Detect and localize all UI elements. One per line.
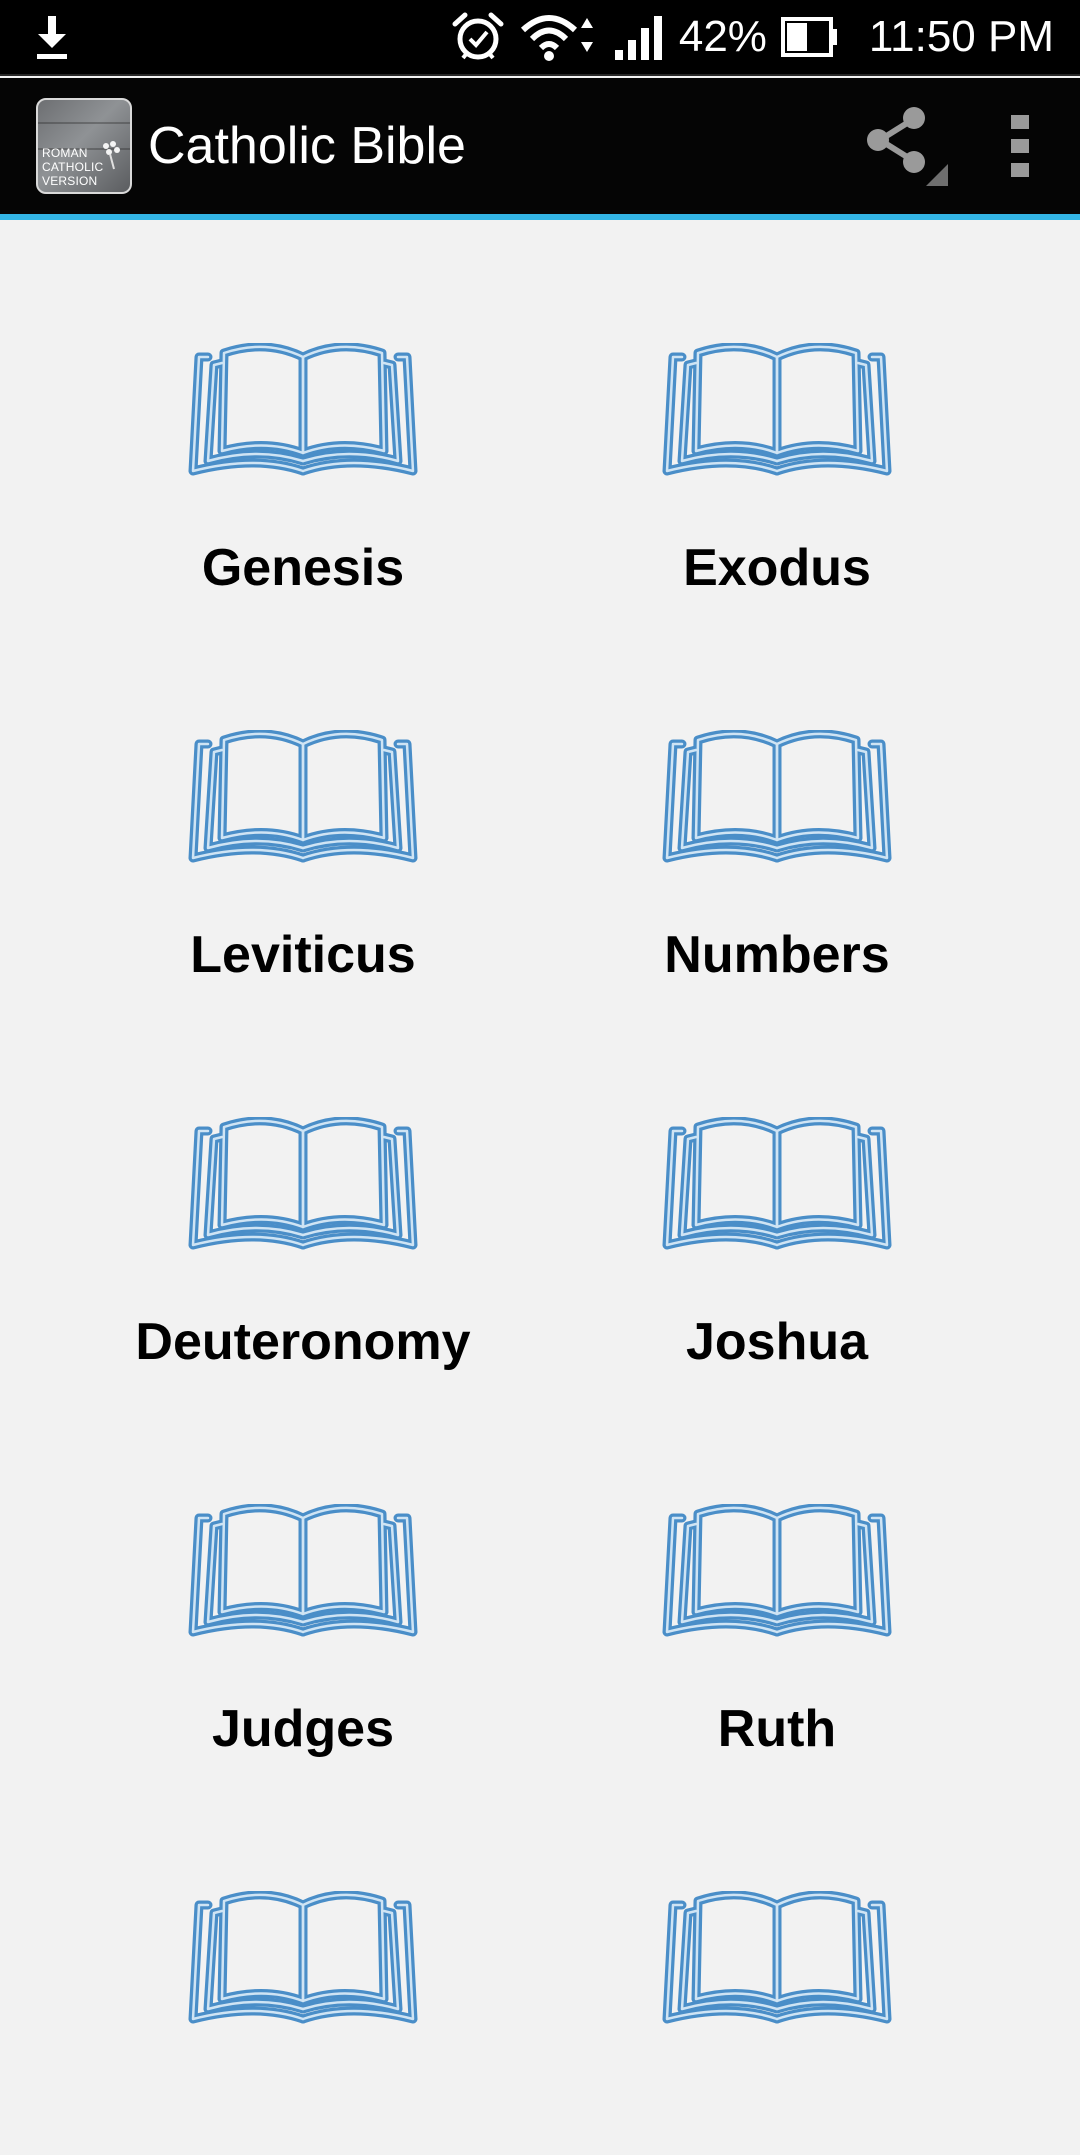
- book-item-judges[interactable]: Judges: [66, 1381, 540, 1768]
- book-label: Judges: [211, 1700, 395, 1758]
- overflow-menu-button[interactable]: [960, 78, 1080, 214]
- book-label: Deuteronomy: [135, 1313, 471, 1371]
- open-book-icon: [186, 343, 420, 492]
- alarm-icon: [451, 12, 505, 62]
- share-icon: [860, 104, 950, 188]
- share-button[interactable]: [850, 78, 960, 214]
- open-book-icon: [660, 1891, 894, 2040]
- battery-icon: [780, 17, 841, 57]
- book-label: Numbers: [664, 926, 890, 984]
- app-logo[interactable]: ROMAN CATHOLIC VERSION: [36, 98, 132, 194]
- app-title: Catholic Bible: [148, 117, 466, 175]
- action-bar: ROMAN CATHOLIC VERSION Catholic Bible: [0, 78, 1080, 214]
- wifi-icon: [519, 12, 599, 62]
- book-label: Ruth: [717, 1700, 837, 1758]
- signal-icon: [613, 14, 665, 60]
- open-book-icon: [660, 730, 894, 879]
- book-label: Leviticus: [190, 926, 416, 984]
- open-book-icon: [186, 730, 420, 879]
- book-item-partial[interactable]: [66, 1768, 540, 2155]
- open-book-icon: [186, 1504, 420, 1653]
- book-item-deuteronomy[interactable]: Deuteronomy: [66, 994, 540, 1381]
- download-icon: [34, 14, 70, 60]
- battery-percent: 42%: [678, 12, 767, 61]
- book-item-genesis[interactable]: Genesis: [66, 220, 540, 607]
- overflow-menu-icon: [1009, 113, 1031, 179]
- book-item-ruth[interactable]: Ruth: [540, 1381, 1014, 1768]
- open-book-icon: [186, 1117, 420, 1266]
- book-label: Exodus: [683, 539, 871, 597]
- book-item-exodus[interactable]: Exodus: [540, 220, 1014, 607]
- clock: 11:50 PM: [868, 12, 1054, 61]
- book-label: Joshua: [685, 1313, 869, 1371]
- status-bar: 42% 11:50 PM: [0, 0, 1080, 76]
- open-book-icon: [186, 1891, 420, 2040]
- open-book-icon: [660, 343, 894, 492]
- open-book-icon: [660, 1504, 894, 1653]
- book-item-joshua[interactable]: Joshua: [540, 994, 1014, 1381]
- book-item-leviticus[interactable]: Leviticus: [66, 607, 540, 994]
- app-logo-text: ROMAN CATHOLIC VERSION: [42, 146, 104, 188]
- open-book-icon: [660, 1117, 894, 1266]
- book-item-partial[interactable]: [540, 1768, 1014, 2155]
- book-item-numbers[interactable]: Numbers: [540, 607, 1014, 994]
- book-label: Genesis: [201, 539, 405, 597]
